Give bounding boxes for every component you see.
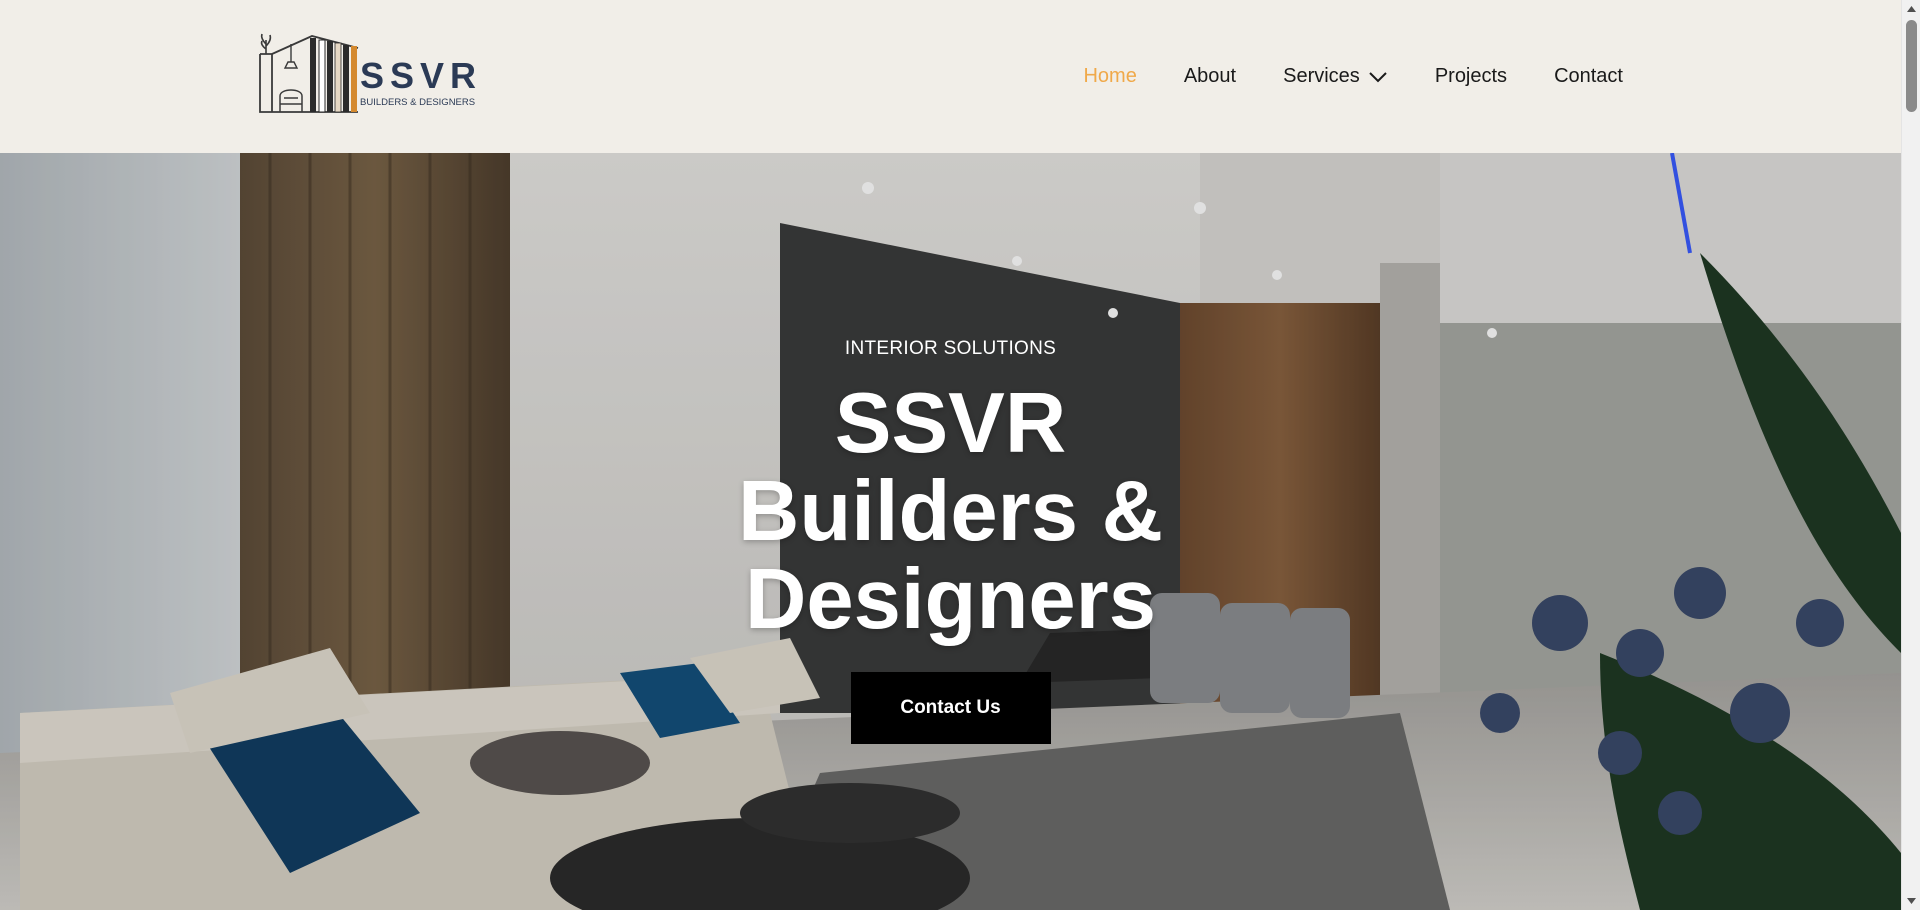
nav-contact-label: Contact [1554,65,1623,87]
nav-about[interactable]: About [1184,65,1236,88]
scrollbar-thumb[interactable] [1906,20,1917,112]
scroll-up-icon[interactable] [1906,5,1917,13]
scroll-down-icon[interactable] [1906,897,1917,905]
nav-projects-label: Projects [1434,65,1508,87]
nav-projects[interactable]: Projects [1435,65,1507,88]
brand-name: SSVR [360,55,482,96]
vertical-scrollbar[interactable] [1901,0,1920,910]
chevron-down-icon[interactable] [1368,71,1388,83]
nav-services-label: Services [1283,65,1360,87]
contact-us-button[interactable]: Contact Us [850,672,1051,744]
brand-logo[interactable]: SSVR BUILDERS & DESIGNERS [258,32,490,116]
building-logo-icon: SSVR BUILDERS & DESIGNERS [259,33,482,113]
main-nav: Home About Services Projects Contact [1083,0,1623,153]
site-header: SSVR BUILDERS & DESIGNERS Home About Ser… [0,0,1901,153]
hero-content: INTERIOR SOLUTIONS SSVR Builders & Desig… [0,153,1901,910]
nav-home-label: Home [1083,65,1137,87]
hero-title: SSVR Builders & Designers [737,376,1164,647]
brand-tagline: BUILDERS & DESIGNERS [360,97,475,108]
nav-services[interactable]: Services [1283,65,1388,88]
hero-eyebrow: INTERIOR SOLUTIONS [844,338,1057,359]
nav-home[interactable]: Home [1083,65,1136,88]
nav-about-label: About [1183,65,1237,87]
nav-contact[interactable]: Contact [1554,65,1623,88]
hero-section: INTERIOR SOLUTIONS SSVR Builders & Desig… [0,153,1901,910]
